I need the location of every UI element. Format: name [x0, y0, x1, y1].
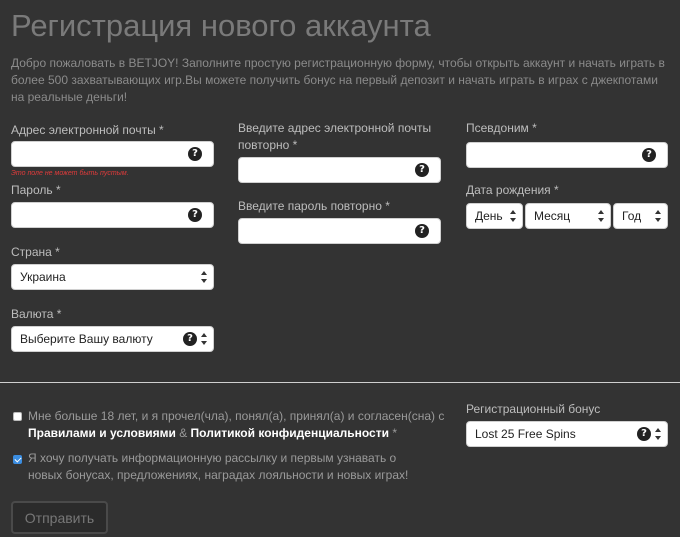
birth-day-value: День [475, 209, 503, 223]
email-input[interactable] [20, 147, 205, 161]
birth-year-select[interactable]: Год [613, 203, 668, 229]
password-field[interactable]: ? [11, 202, 214, 228]
terms-link[interactable]: Правилами и условиями [28, 426, 176, 440]
required-mark: * [392, 426, 397, 440]
nickname-field[interactable]: ? [466, 142, 668, 168]
age-terms-text: Мне больше 18 лет, и я прочел(чла), поня… [28, 408, 448, 442]
bonus-select[interactable]: Lost 25 Free Spins ? [466, 421, 668, 447]
email-field[interactable]: ? [11, 141, 214, 167]
password-label: Пароль * [11, 183, 61, 197]
help-icon[interactable]: ? [188, 208, 202, 222]
select-arrows-icon [201, 270, 208, 284]
currency-label: Валюта * [11, 307, 62, 321]
bonus-selected-value: Lost 25 Free Spins [475, 427, 576, 441]
page-title: Регистрация нового аккаунта [11, 8, 431, 43]
newsletter-checkbox[interactable] [13, 455, 22, 464]
help-icon[interactable]: ? [415, 224, 429, 238]
currency-select[interactable]: Выберите Вашу валюту ? [11, 326, 214, 352]
currency-selected-value: Выберите Вашу валюту [20, 332, 153, 346]
help-icon[interactable]: ? [642, 148, 656, 162]
select-arrows-icon [201, 332, 208, 346]
birth-month-value: Месяц [534, 209, 571, 223]
password-input[interactable] [20, 208, 205, 222]
select-arrows-icon [655, 209, 662, 223]
nickname-input[interactable] [475, 148, 659, 162]
help-icon[interactable]: ? [188, 147, 202, 161]
ampersand: & [179, 426, 188, 440]
email-label: Адрес электронной почты * [11, 123, 164, 137]
birthdate-label: Дата рождения * [466, 183, 559, 197]
birth-year-value: Год [622, 209, 642, 223]
password-repeat-field[interactable]: ? [238, 218, 441, 244]
privacy-policy-link[interactable]: Политикой конфиденциальности [191, 426, 389, 440]
help-icon[interactable]: ? [183, 332, 197, 346]
age-terms-label: Мне больше 18 лет, и я прочел(чла), поня… [28, 409, 445, 423]
email-repeat-field[interactable]: ? [238, 157, 441, 183]
select-arrows-icon [655, 427, 662, 441]
nickname-label: Псевдоним * [466, 121, 537, 135]
country-label: Страна * [11, 245, 60, 259]
bonus-label: Регистрационный бонус [466, 402, 601, 416]
email-repeat-input[interactable] [247, 163, 432, 177]
help-icon[interactable]: ? [637, 427, 651, 441]
submit-button[interactable]: Отправить [11, 501, 108, 534]
section-divider [0, 382, 680, 383]
help-icon[interactable]: ? [415, 163, 429, 177]
select-arrows-icon [510, 209, 517, 223]
email-repeat-label: Введите адрес электронной почты повторно… [238, 121, 432, 152]
password-repeat-label: Введите пароль повторно * [238, 199, 390, 213]
birth-month-select[interactable]: Месяц [525, 203, 611, 229]
password-repeat-input[interactable] [247, 224, 432, 238]
age-terms-checkbox[interactable] [13, 412, 22, 421]
email-error-message: Это поле не может быть пустым. [11, 170, 129, 177]
country-selected-value: Украина [20, 270, 66, 284]
country-select[interactable]: Украина [11, 264, 214, 290]
birth-day-select[interactable]: День [466, 203, 523, 229]
select-arrows-icon [598, 209, 605, 223]
intro-text: Добро пожаловать в BETJOY! Заполните про… [11, 56, 665, 104]
newsletter-text: Я хочу получать информационную рассылку … [28, 451, 409, 482]
